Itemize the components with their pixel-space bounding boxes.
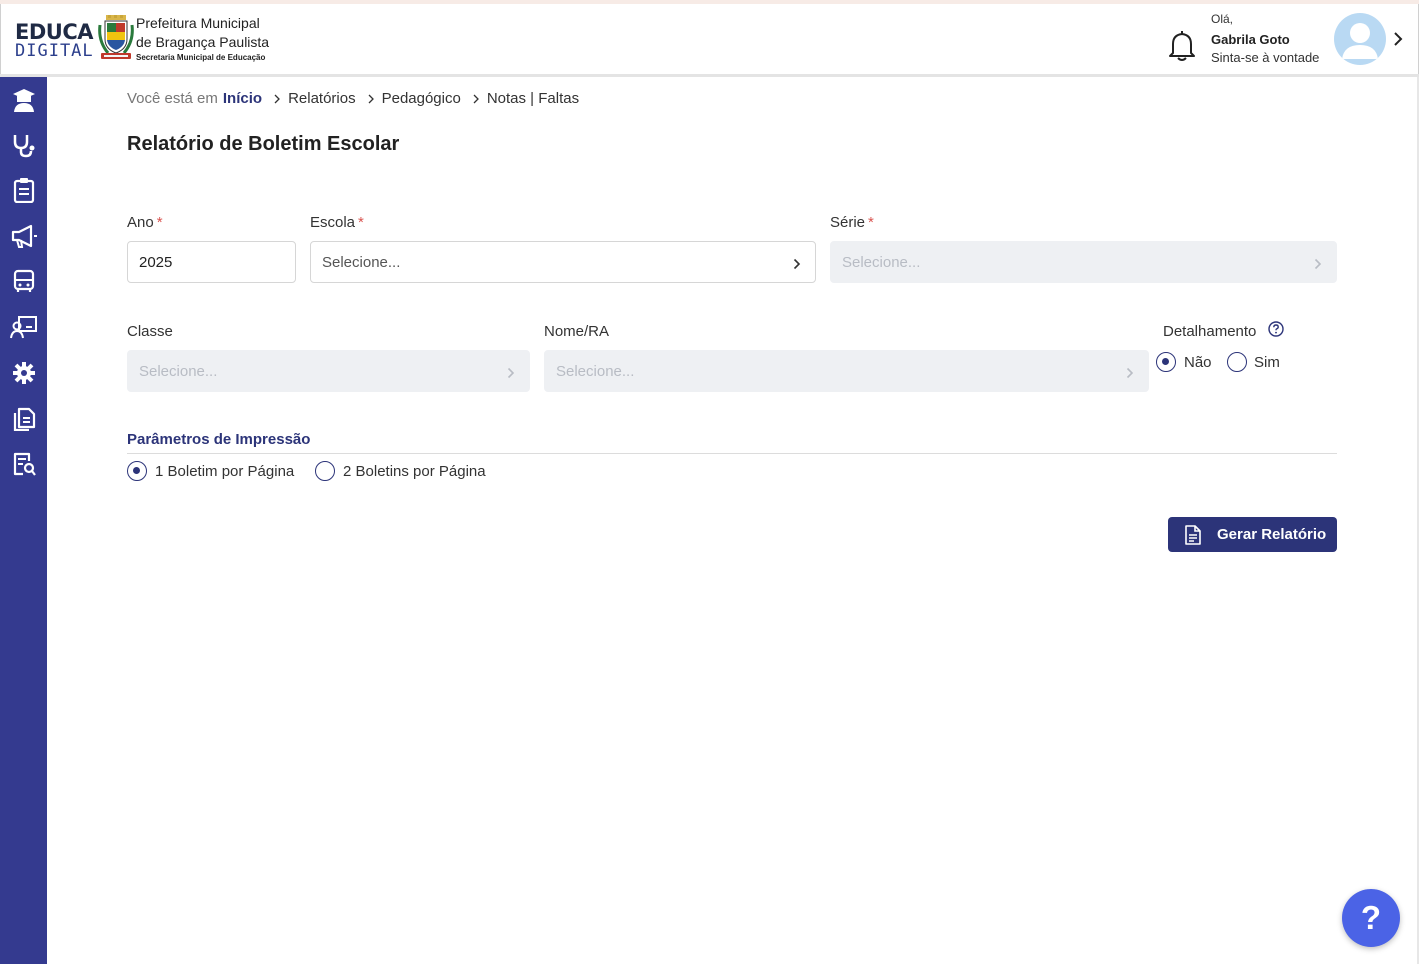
chevron-right-icon <box>1126 367 1134 379</box>
escola-label-text: Escola <box>310 214 356 231</box>
ano-label-text: Ano <box>127 214 154 231</box>
serie-select[interactable]: Selecione... <box>830 241 1337 283</box>
sidebar-item-student[interactable] <box>8 84 40 116</box>
detalhamento-nao-radio[interactable] <box>1156 352 1176 372</box>
ano-input[interactable]: 2025 <box>127 241 296 283</box>
required-marker: * <box>868 214 874 231</box>
detalhamento-label: Detalhamento <box>1163 323 1257 340</box>
print-one-per-page-radio[interactable] <box>127 461 147 481</box>
nome-ra-label: Nome/RA <box>544 323 610 340</box>
print-two-per-page-radio[interactable] <box>315 461 335 481</box>
print-params-title: Parâmetros de Impressão <box>127 431 311 448</box>
avatar[interactable] <box>1334 13 1386 65</box>
required-marker: * <box>358 214 364 231</box>
municipal-crest-icon <box>98 15 134 59</box>
sidebar <box>0 77 47 964</box>
classe-label: Classe <box>127 323 173 340</box>
megaphone-icon <box>11 224 37 248</box>
chevron-right-icon <box>473 94 479 103</box>
breadcrumb: Você está em Início Relatórios Pedagógic… <box>127 90 579 107</box>
classe-placeholder: Selecione... <box>139 362 218 380</box>
escola-placeholder: Selecione... <box>322 253 401 271</box>
student-icon <box>13 89 35 112</box>
gear-icon <box>13 362 35 384</box>
generate-report-button[interactable]: Gerar Relatório <box>1168 517 1337 552</box>
chevron-right-icon <box>507 367 515 379</box>
nome-ra-placeholder: Selecione... <box>556 362 635 380</box>
user-avatar-icon <box>1342 23 1378 59</box>
sidebar-item-reports[interactable] <box>8 448 40 480</box>
org-name-line3: Secretaria Municipal de Educação <box>136 53 266 62</box>
logo-digital: DIGITAL <box>15 41 94 61</box>
serie-label: Série * <box>830 214 874 231</box>
nome-ra-select[interactable]: Selecione... <box>544 350 1149 392</box>
documents-icon <box>13 407 36 431</box>
sidebar-item-clipboard[interactable] <box>8 174 40 206</box>
escola-select[interactable]: Selecione... <box>310 241 816 283</box>
bus-icon <box>13 269 35 292</box>
breadcrumb-item-relatorios[interactable]: Relatórios <box>288 90 356 107</box>
escola-label: Escola * <box>310 214 364 231</box>
section-divider <box>127 453 1337 454</box>
clipboard-icon <box>13 178 35 203</box>
breadcrumb-item-pedagogico[interactable]: Pedagógico <box>382 90 461 107</box>
header-divider <box>0 74 1419 77</box>
serie-placeholder: Selecione... <box>842 253 921 271</box>
required-marker: * <box>156 214 163 231</box>
breadcrumb-home-link[interactable]: Início <box>223 90 262 107</box>
help-circle-icon[interactable] <box>1268 321 1284 337</box>
chevron-right-icon <box>1314 258 1322 270</box>
print-two-per-page-label[interactable]: 2 Boletins por Página <box>343 463 486 480</box>
sidebar-item-teacher[interactable] <box>8 311 40 343</box>
teacher-board-icon <box>10 316 37 339</box>
breadcrumb-item-current: Notas | Faltas <box>486 90 580 107</box>
breadcrumb-prefix: Você está em <box>127 90 218 107</box>
org-name-line2: de Bragança Paulista <box>136 34 270 50</box>
report-search-icon <box>13 452 36 476</box>
user-name: Gabrila Goto <box>1211 32 1290 47</box>
logo-educa: EDUCA <box>15 20 94 44</box>
detalhamento-sim-radio[interactable] <box>1227 352 1247 372</box>
greeting-text: Olá, <box>1211 12 1234 26</box>
sidebar-item-transport[interactable] <box>8 265 40 297</box>
ano-label: Ano * <box>127 214 163 231</box>
document-icon <box>1185 525 1201 545</box>
classe-select[interactable]: Selecione... <box>127 350 530 392</box>
health-icon <box>13 135 35 158</box>
serie-label-text: Série <box>830 214 866 231</box>
user-menu-chevron-icon[interactable] <box>1391 29 1405 49</box>
page-title: Relatório de Boletim Escolar <box>127 133 400 155</box>
sidebar-item-settings[interactable] <box>8 357 40 389</box>
chevron-right-icon <box>274 94 280 103</box>
app-header: EDUCA DIGITAL Prefeitura Municipal de Br… <box>0 4 1419 75</box>
print-one-per-page-label[interactable]: 1 Boletim por Página <box>155 463 294 480</box>
sidebar-item-health[interactable] <box>8 129 40 161</box>
sidebar-item-announcements[interactable] <box>8 220 40 252</box>
sidebar-item-documents[interactable] <box>8 402 40 434</box>
chevron-right-icon <box>793 258 801 270</box>
detalhamento-nao-label[interactable]: Não <box>1184 354 1212 371</box>
user-subtitle: Sinta-se à vontade <box>1211 50 1320 65</box>
org-name-line1: Prefeitura Municipal <box>136 15 260 31</box>
help-button[interactable]: ? <box>1342 889 1400 947</box>
detalhamento-sim-label[interactable]: Sim <box>1254 354 1280 371</box>
notification-bell-icon[interactable] <box>1167 29 1197 63</box>
generate-report-label: Gerar Relatório <box>1217 526 1327 543</box>
chevron-right-icon <box>368 94 374 103</box>
